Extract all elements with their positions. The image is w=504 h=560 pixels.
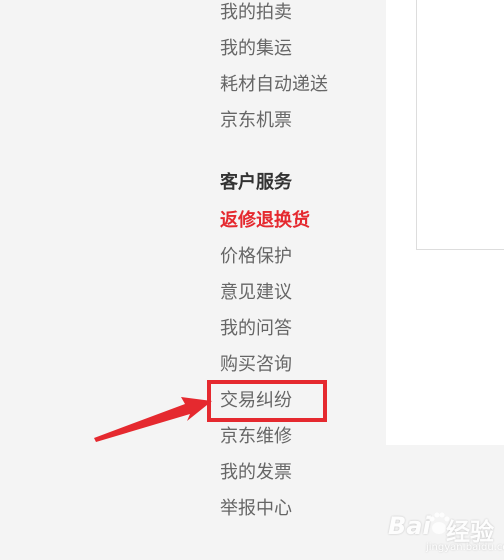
watermark-brand: Bai — [388, 512, 431, 540]
baidu-jingyan-watermark: Bai 经验 jingyan.baidu.com — [388, 500, 504, 560]
annotation-arrow-icon — [94, 397, 212, 442]
watermark-url: jingyan.baidu.com — [426, 542, 504, 553]
